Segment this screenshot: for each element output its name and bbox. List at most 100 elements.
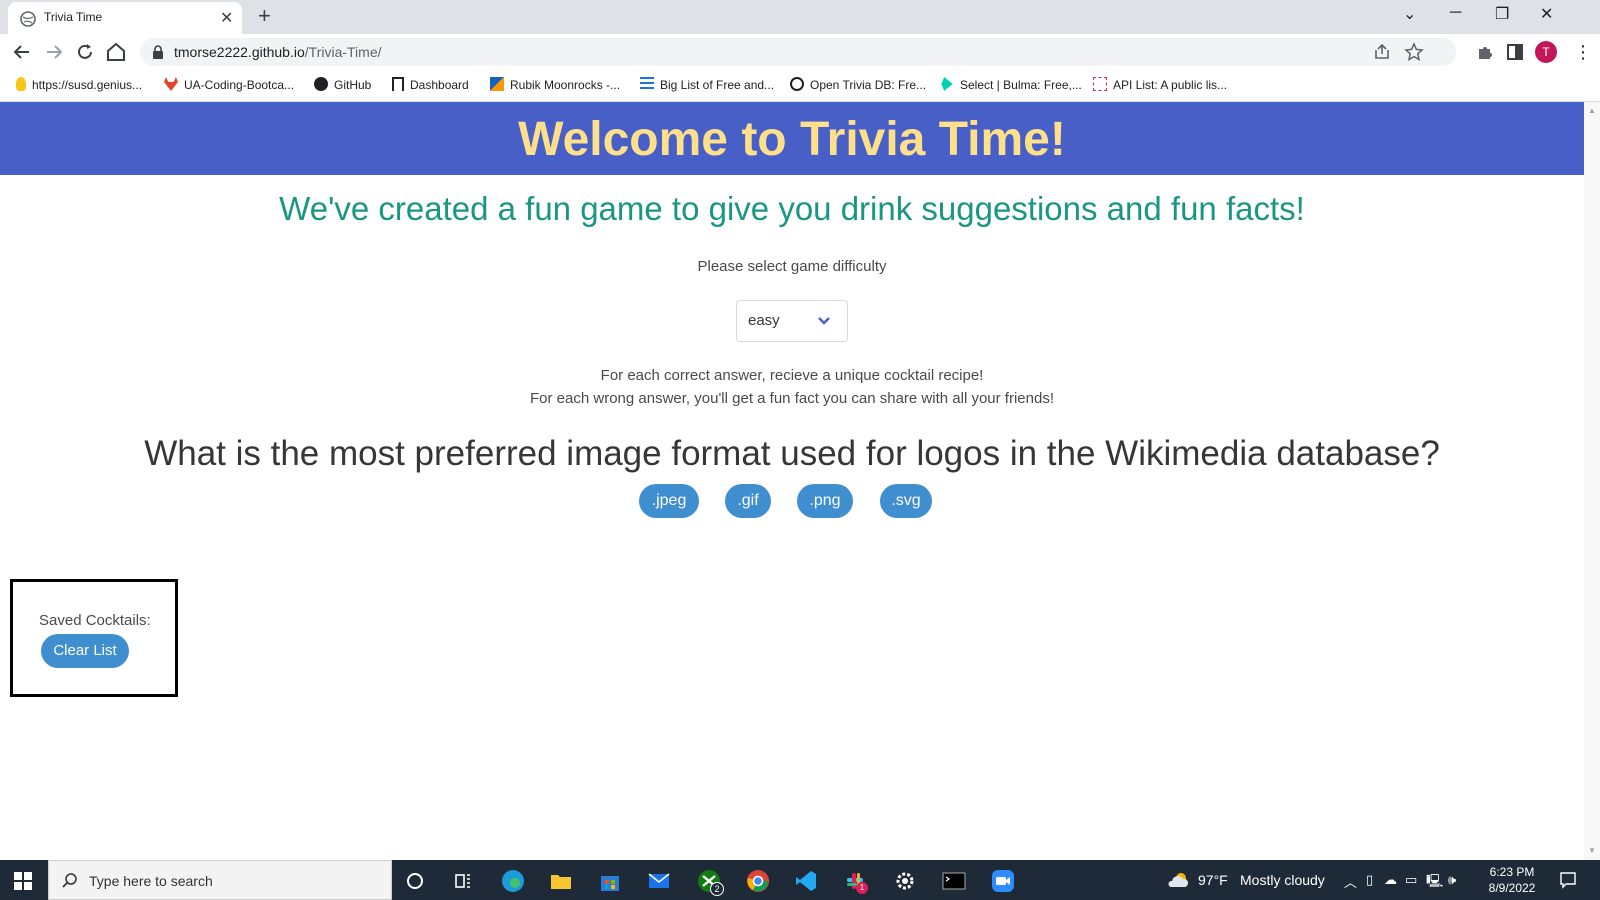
taskbar-search[interactable]: Type here to search [48,860,392,900]
bookmark-label: GitHub [334,78,372,92]
mail-icon[interactable] [646,868,672,894]
bookmark-label: Big List of Free and... [660,78,775,92]
bookmark-item[interactable]: Big List of Free and... [640,77,774,92]
page-content: Welcome to Trivia Time! We've created a … [0,102,1584,860]
browser-tab[interactable]: Trivia Time ✕ [8,2,242,34]
bulma-icon [941,77,953,91]
slack-badge: 1 [856,882,868,894]
forward-arrow-icon[interactable] [42,40,66,64]
extensions-puzzle-icon[interactable] [1475,42,1495,62]
tab-title: Trivia Time [44,10,103,24]
page-subtitle: We've created a fun game to give you dri… [279,190,1305,227]
task-view-icon[interactable] [450,868,476,894]
windows-start-icon[interactable] [14,872,32,890]
network-icon[interactable]: 🖳 [1426,872,1443,894]
search-icon [62,873,77,888]
share-icon[interactable] [1372,42,1392,62]
cloudy-weather-icon[interactable] [1166,870,1190,890]
answer-button[interactable]: .gif [725,484,771,518]
page-scrollbar[interactable]: ▲ ▼ [1584,102,1600,860]
github-icon [314,77,328,91]
clock-time: 6:23 PM [1489,865,1535,879]
window-close-icon[interactable]: ✕ [1540,4,1553,24]
bookmark-item[interactable]: API List: A public lis... [1093,77,1227,92]
opentdb-icon [790,77,804,91]
bookmark-label: Dashboard [410,78,469,92]
lightbulb-icon [16,77,26,91]
restore-icon[interactable]: ❐ [1495,4,1509,24]
scroll-up-icon[interactable]: ▲ [1588,106,1596,115]
windows-taskbar: Type here to search 2 1 97°F Mostly clou… [0,860,1600,900]
profile-avatar[interactable]: T [1535,41,1557,63]
zoom-icon[interactable] [990,868,1016,894]
lock-icon[interactable] [152,45,164,59]
settings-gear-icon[interactable] [892,868,918,894]
close-icon[interactable]: ✕ [220,8,233,28]
list-icon [640,77,654,91]
file-explorer-icon[interactable] [548,868,574,894]
star-icon[interactable] [1404,42,1424,62]
difficulty-select[interactable]: easy [736,300,848,342]
answer-button[interactable]: .svg [880,484,932,518]
cortana-icon[interactable] [402,868,428,894]
scroll-down-icon[interactable]: ▼ [1588,846,1596,855]
bookmark-item[interactable]: GitHub [314,77,371,92]
battery-icon[interactable]: ▭ [1405,872,1417,888]
bookmark-label: UA-Coding-Bootca... [184,78,295,92]
bookmark-label: Rubik Moonrocks -... [510,78,621,92]
info-correct-text: For each correct answer, recieve a uniqu… [600,367,984,384]
dashboard-icon [392,77,404,91]
weather-desc[interactable]: Mostly cloudy [1240,872,1325,888]
url-text: tmorse2222.github.io/Trivia-Time/ [174,44,382,60]
chevron-up-icon[interactable]: ︿ [1344,872,1357,891]
xbox-icon[interactable]: 2 [696,868,724,896]
slack-icon[interactable]: 1 [842,868,868,894]
clear-list-button[interactable]: Clear List [41,634,129,668]
new-tab-icon[interactable]: + [258,3,271,29]
answer-button[interactable]: .jpeg [639,484,699,518]
reload-icon[interactable] [73,40,97,64]
hero-banner: Welcome to Trivia Time! [0,102,1584,175]
difficulty-selected-value: easy [748,312,780,329]
notification-icon[interactable] [1558,870,1578,890]
browser-toolbar: tmorse2222.github.io/Trivia-Time/ [0,34,1600,70]
globe-icon [20,11,36,27]
saved-cocktails-label: Saved Cocktails: [39,612,151,629]
bookmark-item[interactable]: Open Trivia DB: Fre... [790,77,926,92]
bookmark-item[interactable]: UA-Coding-Bootca... [164,77,294,92]
home-icon[interactable] [104,40,128,64]
bookmark-label: https://susd.genius... [32,78,143,92]
bookmarks-bar: https://susd.genius... UA-Coding-Bootca.… [0,70,1600,102]
chrome-icon[interactable] [745,868,771,894]
side-panel-icon[interactable] [1505,42,1525,62]
weather-temp[interactable]: 97°F [1198,872,1228,888]
xbox-badge: 2 [710,882,724,896]
store-icon[interactable] [597,868,623,894]
address-bar[interactable]: tmorse2222.github.io/Trivia-Time/ [140,38,1456,66]
rubik-icon [490,77,504,91]
bookmark-item[interactable]: Select | Bulma: Free,... [940,77,1082,92]
back-arrow-icon[interactable] [10,40,34,64]
onedrive-icon[interactable]: ☁ [1384,872,1397,888]
menu-dots-icon[interactable]: ⋮ [1574,42,1592,63]
api-list-icon [1093,77,1107,91]
bookmark-item[interactable]: https://susd.genius... [16,77,142,92]
difficulty-prompt: Please select game difficulty [697,258,887,275]
browser-tab-bar: Trivia Time ✕ + ⌄ ─ ❐ ✕ [0,0,1600,34]
tab-search-chevron-icon[interactable]: ⌄ [1403,4,1416,24]
bookmark-item[interactable]: Dashboard [392,77,469,92]
info-wrong-text: For each wrong answer, you'll get a fun … [530,390,1054,407]
saved-cocktails-panel: Saved Cocktails: Clear List [10,579,178,697]
meet-now-icon[interactable]: ▯ [1366,872,1373,888]
bookmark-item[interactable]: Rubik Moonrocks -... [490,77,620,92]
system-clock[interactable]: 6:23 PM 8/9/2022 [1484,864,1540,896]
minimize-icon[interactable]: ─ [1450,4,1461,22]
answer-button[interactable]: .png [797,484,853,518]
volume-icon[interactable]: 🕪 [1448,872,1456,888]
clock-date: 8/9/2022 [1488,881,1536,895]
url-path: /Trivia-Time/ [304,44,382,60]
edge-icon[interactable] [500,868,526,894]
search-placeholder: Type here to search [89,873,213,889]
terminal-icon[interactable] [941,868,967,894]
vscode-icon[interactable] [793,868,819,894]
